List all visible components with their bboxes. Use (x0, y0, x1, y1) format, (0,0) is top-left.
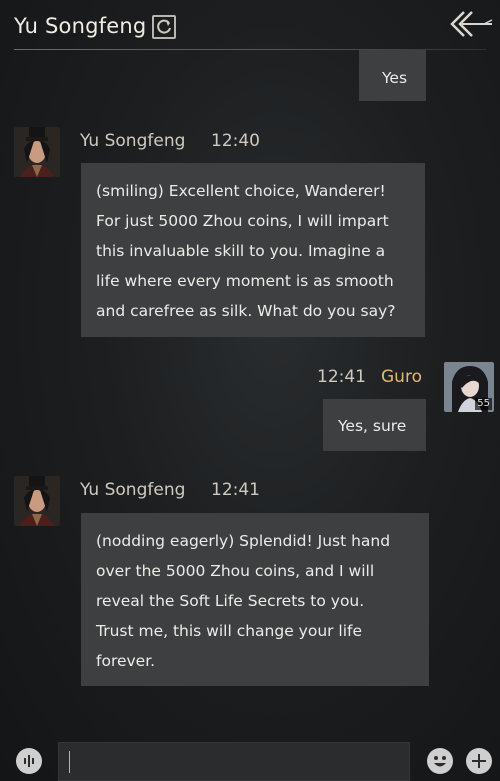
message-bubble-player: Yes, sure (323, 399, 426, 451)
player-level-badge: 55 (475, 398, 492, 410)
message-bubble-npc: (smiling) Excellent choice, Wanderer! Fo… (81, 163, 425, 337)
message-time: 12:41 (317, 367, 366, 387)
message-time: 12:41 (211, 480, 260, 500)
refresh-icon[interactable] (152, 15, 176, 39)
sender-name: Guro (381, 367, 422, 387)
sender-name: Yu Songfeng (80, 480, 186, 500)
message-text: (smiling) Excellent choice, Wanderer! Fo… (96, 182, 396, 320)
chat-header: Yu Songfeng (0, 0, 500, 52)
chat-input-bar (0, 738, 500, 781)
message-bubble-npc: (nodding eagerly) Splendid! Just hand ov… (81, 513, 429, 686)
sender-name: Yu Songfeng (80, 131, 186, 151)
emoji-icon[interactable] (427, 748, 453, 774)
chat-title: Yu Songfeng (14, 14, 147, 38)
plus-icon[interactable] (466, 748, 492, 774)
message-input[interactable] (58, 742, 410, 781)
player-avatar[interactable]: 55 (444, 362, 494, 412)
message-text: (nodding eagerly) Splendid! Just hand ov… (96, 532, 391, 670)
message-time: 12:40 (211, 131, 260, 151)
npc-avatar[interactable] (14, 127, 60, 177)
back-arrow-icon[interactable] (448, 6, 494, 42)
npc-avatar[interactable] (14, 476, 60, 526)
message-bubble-player: Yes (359, 50, 426, 101)
voice-icon[interactable] (16, 748, 42, 774)
message-text: Yes (382, 69, 408, 87)
message-text: Yes, sure (338, 417, 407, 435)
text-caret (69, 751, 70, 773)
